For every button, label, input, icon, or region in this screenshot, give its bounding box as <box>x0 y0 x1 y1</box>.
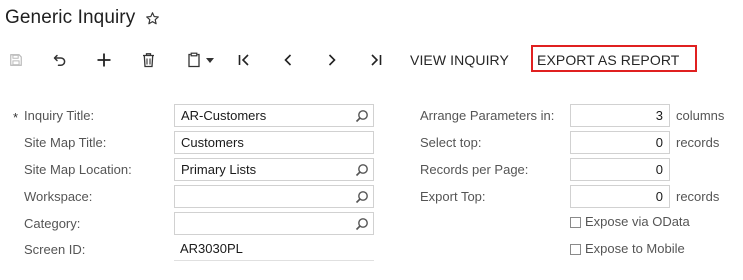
add-button[interactable] <box>93 42 115 78</box>
site-map-location-label: Site Map Location: <box>24 162 132 177</box>
site-map-location-value: Primary Lists <box>181 162 257 177</box>
export-highlight-frame <box>531 45 697 72</box>
undo-button[interactable] <box>49 42 71 78</box>
screen-id-label: Screen ID: <box>24 242 86 257</box>
page-title: Generic Inquiry <box>5 7 136 28</box>
workspace-label: Workspace: <box>24 189 93 204</box>
save-icon <box>9 53 23 67</box>
expose-odata-label: Expose via OData <box>585 214 690 229</box>
workspace-field[interactable] <box>174 185 374 208</box>
category-field[interactable] <box>174 212 374 235</box>
previous-record-icon <box>283 53 293 67</box>
search-icon[interactable] <box>355 108 369 123</box>
site-map-title-label: Site Map Title: <box>24 135 107 150</box>
screen-id-field: AR3030PL <box>174 238 374 261</box>
last-record-button[interactable] <box>365 42 387 78</box>
clipboard-icon <box>187 52 201 68</box>
inquiry-title-field[interactable]: AR-Customers <box>174 104 374 127</box>
inquiry-title-label: Inquiry Title: <box>24 108 95 123</box>
view-inquiry-button[interactable]: VIEW INQUIRY <box>410 42 509 78</box>
chevron-down-icon <box>205 57 214 63</box>
search-icon[interactable] <box>355 189 369 204</box>
arrange-parameters-field[interactable]: 3 <box>570 104 670 127</box>
view-inquiry-label: VIEW INQUIRY <box>410 52 509 68</box>
select-top-unit: records <box>676 135 720 150</box>
records-per-page-field[interactable]: 0 <box>570 158 670 181</box>
search-icon[interactable] <box>355 162 369 177</box>
undo-icon <box>52 52 68 68</box>
star-outline-icon[interactable] <box>145 11 160 26</box>
export-top-field[interactable]: 0 <box>570 185 670 208</box>
clipboard-dropdown-button[interactable] <box>181 42 219 78</box>
expose-mobile-checkbox[interactable]: Expose to Mobile <box>570 241 685 257</box>
last-record-icon <box>369 53 383 67</box>
title-bar: Generic Inquiry <box>5 5 160 31</box>
first-record-button[interactable] <box>233 42 255 78</box>
arrange-parameters-label: Arrange Parameters in: <box>420 108 555 123</box>
records-per-page-label: Records per Page: <box>420 162 529 177</box>
export-top-value: 0 <box>655 189 663 204</box>
site-map-location-field[interactable]: Primary Lists <box>174 158 374 181</box>
export-top-label: Export Top: <box>420 189 486 204</box>
inquiry-title-value: AR-Customers <box>181 108 267 123</box>
select-top-value: 0 <box>655 135 663 150</box>
expose-mobile-checkbox-box[interactable] <box>570 243 581 255</box>
first-record-icon <box>237 53 251 67</box>
select-top-label: Select top: <box>420 135 482 150</box>
previous-record-button[interactable] <box>277 42 299 78</box>
trash-icon <box>141 52 156 68</box>
expose-mobile-label: Expose to Mobile <box>585 241 685 256</box>
category-label: Category: <box>24 216 81 231</box>
search-icon[interactable] <box>355 216 369 231</box>
export-top-unit: records <box>676 189 720 204</box>
save-button[interactable] <box>6 42 26 78</box>
expose-odata-checkbox-box[interactable] <box>570 216 581 228</box>
arrange-parameters-unit: columns <box>676 108 725 123</box>
expose-odata-checkbox[interactable]: Expose via OData <box>570 214 690 230</box>
arrange-parameters-value: 3 <box>655 108 663 123</box>
delete-button[interactable] <box>137 42 159 78</box>
screen-id-value: AR3030PL <box>180 241 243 256</box>
site-map-title-value: Customers <box>181 135 244 150</box>
next-record-button[interactable] <box>321 42 343 78</box>
select-top-field[interactable]: 0 <box>570 131 670 154</box>
records-per-page-value: 0 <box>655 162 663 177</box>
plus-icon <box>96 52 112 68</box>
site-map-title-field[interactable]: Customers <box>174 131 374 154</box>
required-marker: * <box>13 110 19 125</box>
next-record-icon <box>327 53 337 67</box>
